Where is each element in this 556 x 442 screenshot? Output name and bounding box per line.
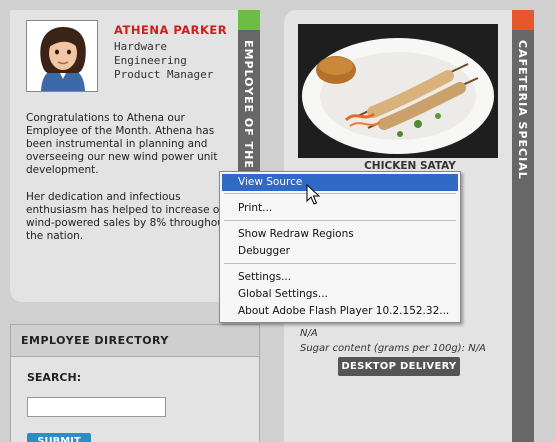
employee-paragraph-1: Congratulations to Athena our Employee o… — [26, 112, 218, 176]
search-input[interactable] — [27, 397, 166, 417]
cafeteria-section-label: CAFETERIA SPECIAL — [516, 40, 529, 180]
mouse-pointer-icon — [306, 183, 321, 210]
employee-job-title: Hardware Engineering Product Manager — [114, 40, 234, 82]
menu-item-view-source[interactable]: View Source — [222, 174, 458, 191]
employee-paragraph-2: Her dedication and infectious enthusiasm… — [26, 191, 231, 242]
employee-title-line: Hardware — [114, 40, 167, 53]
employee-directory-panel: EMPLOYEE DIRECTORY SEARCH: SUBMIT — [10, 324, 260, 442]
directory-title: EMPLOYEE DIRECTORY — [11, 325, 259, 357]
menu-item-debugger[interactable]: Debugger — [222, 243, 458, 260]
search-label: SEARCH: — [27, 371, 82, 384]
menu-separator — [224, 193, 456, 194]
menu-item-show-redraw-regions[interactable]: Show Redraw Regions — [222, 226, 458, 243]
menu-separator — [224, 220, 456, 221]
menu-item-print[interactable]: Print... — [222, 200, 458, 217]
employee-tab-accent — [238, 10, 260, 30]
flash-context-menu: View Source Print... Show Redraw Regions… — [219, 171, 461, 323]
employee-avatar — [26, 20, 98, 92]
desktop-delivery-button[interactable]: DESKTOP DELIVERY — [338, 357, 460, 376]
nutrition-line: N/A — [300, 327, 318, 339]
employee-name: ATHENA PARKER — [114, 23, 228, 37]
menu-item-global-settings[interactable]: Global Settings... — [222, 286, 458, 303]
submit-button[interactable]: SUBMIT — [27, 433, 91, 442]
nutrition-line: Sugar content (grams per 100g): N/A — [300, 343, 486, 354]
cafeteria-tab-accent — [512, 10, 534, 30]
menu-item-about-flash-player[interactable]: About Adobe Flash Player 10.2.152.32... — [222, 303, 458, 320]
cafeteria-section-tab: CAFETERIA SPECIAL — [512, 10, 534, 442]
menu-separator — [224, 263, 456, 264]
employee-title-line: Engineering — [114, 54, 187, 67]
employee-title-line: Product Manager — [114, 68, 214, 81]
food-photo — [298, 24, 498, 158]
menu-item-settings[interactable]: Settings... — [222, 269, 458, 286]
